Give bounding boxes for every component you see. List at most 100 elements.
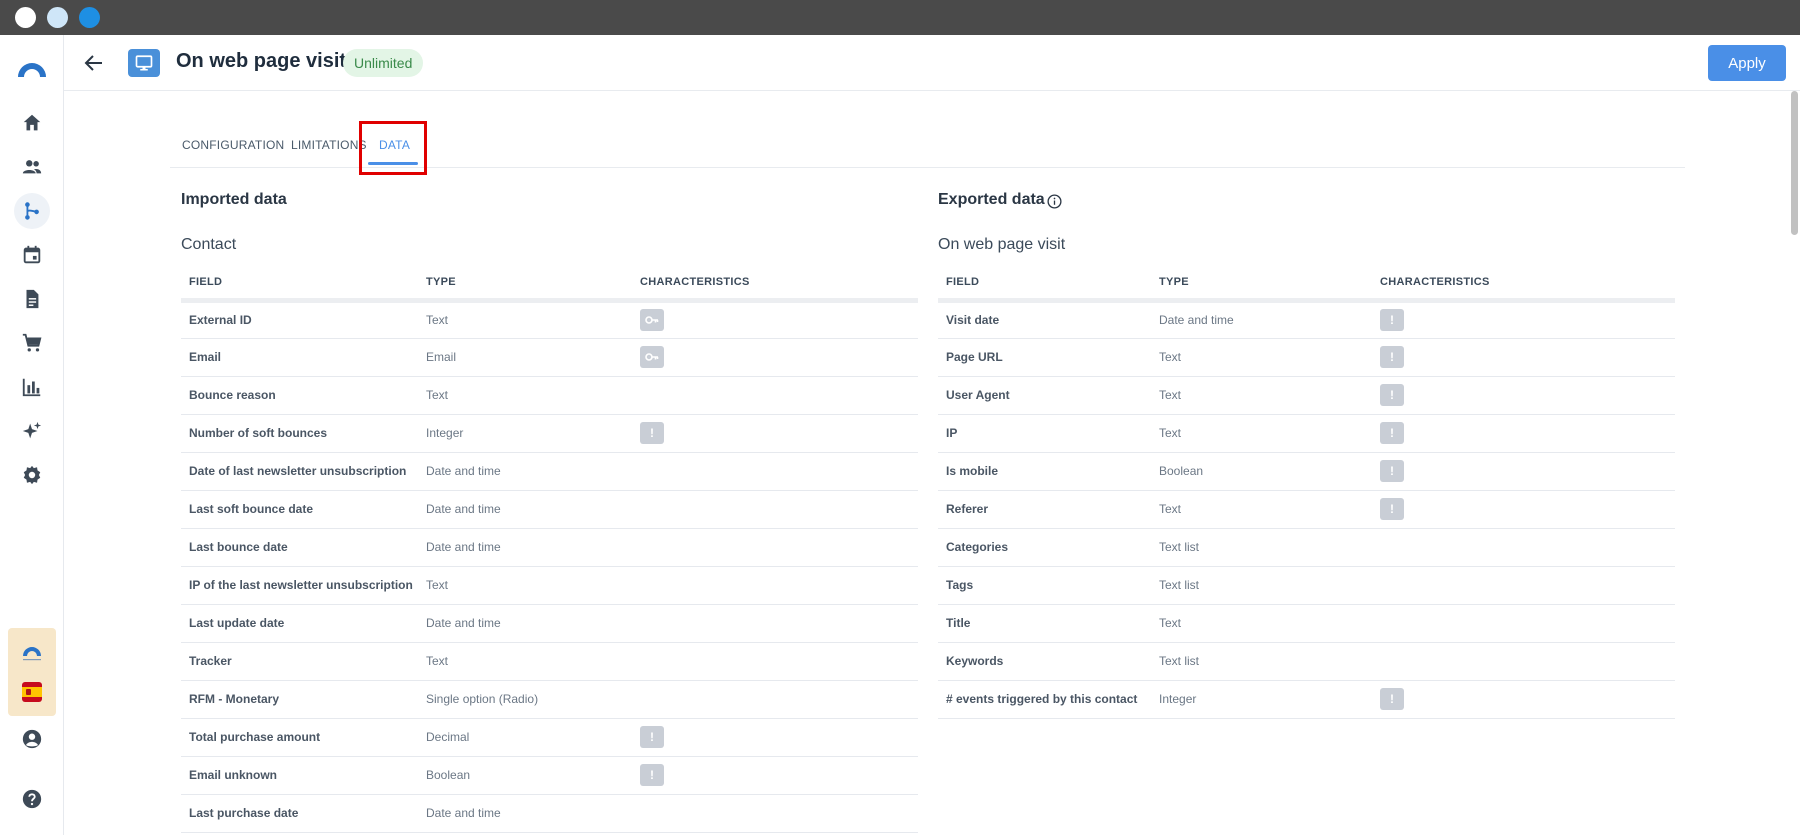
partner-logo-icon	[23, 647, 41, 661]
table-row: Last update date Date and time	[181, 604, 918, 643]
field-name: Visit date	[938, 300, 1151, 339]
exported-entity-label: On web page visit	[938, 236, 1066, 253]
table-row: User Agent Text!	[938, 376, 1675, 415]
field-name: Tracker	[181, 642, 418, 681]
sidebar-item-reports[interactable]	[14, 369, 50, 405]
key-icon[interactable]	[640, 309, 664, 331]
sidebar-item-calendar[interactable]	[14, 237, 50, 273]
field-type: Text	[1151, 490, 1372, 529]
warning-icon[interactable]: !	[640, 764, 664, 786]
field-characteristics: !	[1372, 300, 1675, 339]
field-name: Title	[938, 604, 1151, 643]
sidebar-promo-panel[interactable]	[8, 628, 56, 716]
field-name: Number of soft bounces	[181, 414, 418, 453]
spain-flag-icon[interactable]	[22, 682, 42, 702]
field-type: Text list	[1151, 642, 1372, 681]
field-name: Last soft bounce date	[181, 490, 418, 529]
field-characteristics	[632, 566, 918, 605]
field-characteristics: !	[1372, 338, 1675, 377]
tab-configuration[interactable]: CONFIGURATION	[182, 138, 284, 152]
field-characteristics: !	[632, 756, 918, 795]
sidebar	[0, 35, 64, 835]
field-type: Single option (Radio)	[418, 680, 632, 719]
field-type: Text	[1151, 376, 1372, 415]
tab-limitations[interactable]: LIMITATIONS	[291, 138, 367, 152]
field-type: Date and time	[418, 528, 632, 567]
key-icon[interactable]	[640, 346, 664, 368]
table-row: Last purchase date Date and time	[181, 794, 918, 833]
page-scrollbar[interactable]	[1791, 91, 1798, 235]
field-name: Email unknown	[181, 756, 418, 795]
sidebar-item-automation[interactable]	[14, 193, 50, 229]
field-name: Last bounce date	[181, 528, 418, 567]
table-header-row: FIELD TYPE CHARACTERISTICS	[181, 266, 918, 303]
back-arrow-icon[interactable]	[82, 51, 106, 75]
page-title: On web page visit	[176, 50, 347, 72]
table-row: Last bounce date Date and time	[181, 528, 918, 567]
sidebar-item-shop[interactable]	[14, 325, 50, 361]
warning-icon[interactable]: !	[1380, 384, 1404, 406]
field-characteristics	[632, 642, 918, 681]
warning-icon[interactable]: !	[1380, 346, 1404, 368]
warning-icon[interactable]: !	[1380, 422, 1404, 444]
sidebar-item-home[interactable]	[14, 105, 50, 141]
warning-icon[interactable]: !	[1380, 460, 1404, 482]
table-row: Keywords Text list	[938, 642, 1675, 681]
home-icon	[23, 114, 41, 131]
sidebar-item-account[interactable]	[14, 721, 50, 757]
window-maximize-button[interactable]	[79, 7, 100, 28]
bar-chart-icon	[22, 378, 41, 397]
sidebar-item-contacts[interactable]	[14, 149, 50, 185]
sparkle-icon	[22, 421, 42, 439]
field-type: Text	[418, 642, 632, 681]
field-type: Date and time	[418, 604, 632, 643]
field-type: Email	[418, 338, 632, 377]
warning-icon[interactable]: !	[1380, 498, 1404, 520]
field-type: Text	[418, 300, 632, 339]
field-characteristics	[632, 300, 918, 339]
document-icon	[26, 289, 39, 309]
sidebar-item-documents[interactable]	[14, 281, 50, 317]
table-row: Total purchase amount Decimal!	[181, 718, 918, 757]
table-row: Title Text	[938, 604, 1675, 643]
field-name: User Agent	[938, 376, 1151, 415]
warning-icon[interactable]: !	[640, 726, 664, 748]
app-logo-icon[interactable]	[14, 53, 50, 89]
field-characteristics: !	[1372, 376, 1675, 415]
warning-icon[interactable]: !	[640, 422, 664, 444]
table-row: Referer Text!	[938, 490, 1675, 529]
sidebar-item-settings[interactable]	[14, 457, 50, 493]
window-titlebar	[0, 0, 1800, 35]
sidebar-item-ai[interactable]	[14, 413, 50, 449]
window-minimize-button[interactable]	[47, 7, 68, 28]
imported-entity-label: Contact	[181, 236, 237, 253]
info-icon[interactable]	[1047, 194, 1062, 209]
field-name: External ID	[181, 300, 418, 339]
table-row: External ID Text	[181, 300, 918, 339]
window-close-button[interactable]	[15, 7, 36, 28]
table-row: IP Text!	[938, 414, 1675, 453]
status-badge: Unlimited	[343, 49, 424, 77]
apply-button[interactable]: Apply	[1708, 45, 1786, 81]
field-type: Text list	[1151, 528, 1372, 567]
field-name: Keywords	[938, 642, 1151, 681]
field-characteristics	[632, 376, 918, 415]
warning-icon[interactable]: !	[1380, 309, 1404, 331]
field-name: IP of the last newsletter unsubscription	[181, 566, 418, 605]
cart-icon	[22, 333, 42, 352]
field-characteristics: !	[632, 718, 918, 757]
table-row: IP of the last newsletter unsubscription…	[181, 566, 918, 605]
exported-data-table: FIELD TYPE CHARACTERISTICS Visit date Dat…	[938, 266, 1675, 719]
warning-icon[interactable]: !	[1380, 688, 1404, 710]
table-row: Page URL Text!	[938, 338, 1675, 377]
field-characteristics	[632, 604, 918, 643]
column-header-characteristics: CHARACTERISTICS	[1372, 266, 1675, 303]
sidebar-item-help[interactable]	[14, 781, 50, 817]
field-name: RFM - Monetary	[181, 680, 418, 719]
field-type: Text	[1151, 338, 1372, 377]
field-name: # events triggered by this contact	[938, 680, 1151, 719]
field-characteristics	[632, 794, 918, 833]
field-type: Date and time	[418, 794, 632, 833]
field-type: Boolean	[1151, 452, 1372, 491]
field-characteristics	[632, 680, 918, 719]
